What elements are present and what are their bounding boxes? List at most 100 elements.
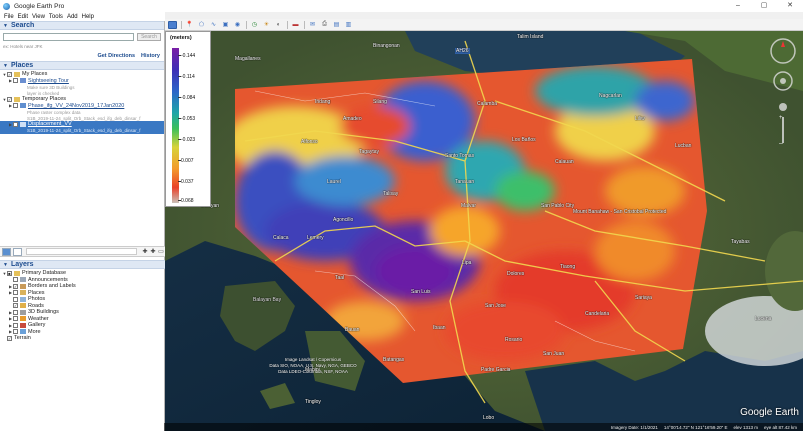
record-tour-icon[interactable]: ◉ <box>233 21 242 29</box>
plus-icon[interactable]: ✚ <box>149 248 157 255</box>
color-legend: (meters) -0.144 -0.114 -0.084 -0.053 -0.… <box>165 31 211 207</box>
placemark-icon[interactable]: 📍 <box>185 21 194 29</box>
polygon-icon[interactable]: ⬠ <box>197 21 206 29</box>
history-link[interactable]: History <box>141 53 160 59</box>
map-label: San Juan <box>543 351 565 357</box>
tree-label[interactable]: Sightseeing Tour <box>28 78 69 84</box>
menu-add[interactable]: Add <box>67 14 78 20</box>
more-icon <box>20 329 26 335</box>
save-image-icon[interactable]: ▤ <box>332 21 341 29</box>
places-panel-header[interactable]: ▼ Places <box>0 61 164 70</box>
zoom-out-icon[interactable]: – <box>779 140 783 147</box>
hide-sidebar-icon[interactable] <box>168 20 177 29</box>
checkbox[interactable] <box>13 103 18 109</box>
plus-icon[interactable]: ✚ <box>141 248 149 255</box>
map-label: Lobo <box>483 415 495 421</box>
legend-tick: -0.084 <box>177 95 196 101</box>
places-tree: ▼ ✓ My Places ▶ Sightseeing Tour Make su… <box>0 70 164 135</box>
checkbox[interactable]: ✓ <box>13 303 18 309</box>
get-directions-link[interactable]: Get Directions <box>97 53 135 59</box>
folder-icon <box>14 96 20 102</box>
map-label: Talisay <box>383 191 399 197</box>
elevation: elev 1313 m <box>733 424 758 430</box>
camera-icon[interactable]: ▭ <box>157 248 165 255</box>
title-bar: Google Earth Pro – ▢ ✕ <box>0 0 803 12</box>
legend-unit: (meters) <box>170 35 192 41</box>
checkbox[interactable] <box>13 329 18 335</box>
email-icon[interactable]: ✉ <box>308 21 317 29</box>
menu-view[interactable]: View <box>32 14 45 20</box>
maximize-button[interactable]: ▢ <box>751 0 777 12</box>
layers-panel-header[interactable]: ▼ Layers <box>0 260 165 269</box>
north-arrow-icon[interactable] <box>781 41 785 47</box>
search-panel-header[interactable]: ▼ Search <box>0 21 164 30</box>
checkbox[interactable]: ✓ <box>13 283 18 289</box>
tree-label: Borders and Labels <box>28 283 76 290</box>
google-maps-icon[interactable]: ▥ <box>344 21 353 29</box>
layer-row-terrain[interactable]: ✓ Terrain <box>0 335 165 342</box>
ruler-icon[interactable]: ▬ <box>291 21 300 29</box>
checkbox[interactable] <box>13 290 18 296</box>
search-input[interactable] <box>3 33 134 41</box>
places-filter[interactable] <box>26 248 137 255</box>
overlay-icon <box>20 103 26 109</box>
checkbox[interactable] <box>13 309 18 315</box>
menu-edit[interactable]: Edit <box>18 14 28 20</box>
places-icon <box>20 290 26 296</box>
checkbox[interactable] <box>13 277 18 283</box>
building-icon <box>20 309 26 315</box>
checkbox[interactable]: ■ <box>7 270 12 276</box>
checkbox[interactable]: ✓ <box>7 96 12 102</box>
planets-icon[interactable]: ◐ <box>274 21 283 29</box>
sun-icon[interactable]: ☀ <box>262 21 271 29</box>
checkbox[interactable]: ✓ <box>7 71 12 77</box>
map-toolbar: 📍 ⬠ ∿ ▣ ◉ ◷ ☀ ◐ ▬ ✉ ⎙ ▤ ▥ <box>165 19 803 31</box>
map-label: Mount Banahaw - San Cristobal Protected <box>573 209 667 215</box>
highway-shield: AH26 <box>455 48 470 54</box>
tree-label: Primary Database <box>22 270 67 277</box>
layers-tree: ▼ ■ Primary Database Announcements ▶ ✓ B… <box>0 269 165 343</box>
tree-label: Gallery <box>28 322 46 329</box>
search-button[interactable]: Search <box>137 33 161 41</box>
image-overlay-icon[interactable]: ▣ <box>221 21 230 29</box>
map-label: Lucena <box>755 316 772 322</box>
photo-icon <box>20 296 26 302</box>
print-icon[interactable]: ⎙ <box>320 21 329 29</box>
tree-desc: layer is checked <box>27 90 60 96</box>
checkbox[interactable] <box>13 296 18 302</box>
tree-label: Places <box>28 289 45 296</box>
tree-label: Photos <box>28 296 46 303</box>
places-view-icon[interactable] <box>2 247 11 256</box>
path-icon[interactable]: ∿ <box>209 21 218 29</box>
menu-help[interactable]: Help <box>82 14 94 20</box>
folder-icon <box>14 71 20 77</box>
legend-tick: -0.053 <box>177 116 196 122</box>
map-label: Malvar <box>461 203 477 209</box>
map-label: Tingloy <box>305 399 321 405</box>
checkbox[interactable]: ✓ <box>7 335 12 341</box>
checkbox[interactable] <box>13 78 18 84</box>
layers-panel: ▼ Layers ▼ ■ Primary Database Announceme… <box>0 260 165 343</box>
map-label: Tayabas <box>731 239 750 245</box>
minimize-button[interactable]: – <box>725 0 751 12</box>
sidebar-toggle-icon[interactable] <box>13 247 22 256</box>
menu-file[interactable]: File <box>4 14 14 20</box>
historical-imagery-icon[interactable]: ◷ <box>250 21 259 29</box>
checkbox[interactable]: ✓ <box>13 121 18 127</box>
map-label: San Jose <box>485 303 506 309</box>
map-label: Batangas <box>383 357 405 363</box>
legend-tick: 0.037 <box>178 179 194 185</box>
menu-tools[interactable]: Tools <box>49 14 63 20</box>
checkbox[interactable] <box>13 316 18 322</box>
overlay-icon <box>20 121 26 127</box>
map-label: Tiaong <box>560 264 576 270</box>
zoom-in-icon[interactable]: + <box>779 115 783 121</box>
tree-label[interactable]: Displacement_VV <box>28 121 72 127</box>
checkbox[interactable] <box>13 322 18 328</box>
tree-label: More <box>28 328 41 335</box>
folder-icon <box>14 270 20 276</box>
close-button[interactable]: ✕ <box>777 0 803 12</box>
google-earth-logo: Google Earth <box>740 407 799 418</box>
tree-label[interactable]: Phase_ifg_VV_24Nov2019_17Jan2020 <box>28 103 124 109</box>
street-view-pegman-icon[interactable] <box>779 103 787 111</box>
